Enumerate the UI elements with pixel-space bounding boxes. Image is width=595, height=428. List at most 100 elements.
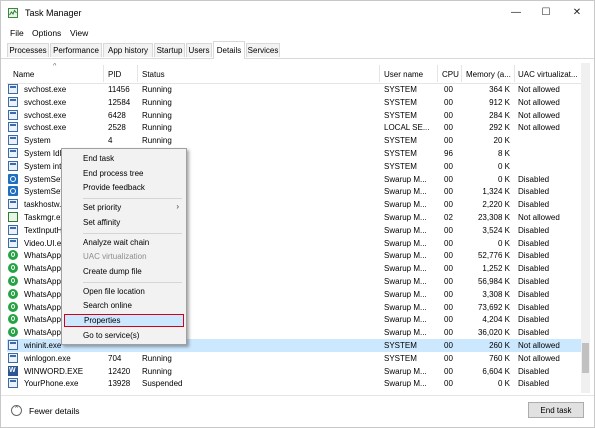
cell-uac: Not allowed (518, 85, 560, 94)
cell-cpu: 00 (444, 341, 453, 350)
cell-user: Swarup M... (384, 302, 427, 312)
cell-cpu: 00 (444, 174, 453, 184)
end-task-button[interactable]: End task (528, 402, 584, 418)
context-menu-label: End task (83, 154, 115, 163)
context-menu-item-end-task[interactable]: End task (62, 152, 186, 165)
table-row[interactable]: YourPhone.exe 13928 Suspended Swarup M... 00… (7, 377, 587, 390)
process-icon (8, 109, 18, 120)
cell-uac: Not allowed (518, 213, 560, 222)
cell-cpu: 00 (444, 277, 453, 286)
cell-name: svchost.exe (24, 97, 67, 107)
cell-cpu: 00 (444, 238, 453, 248)
cell-cpu: 00 (444, 97, 453, 107)
cell-status: Suspended (142, 379, 183, 389)
cell-cpu: 00 (444, 123, 453, 133)
title-bar: Task Manager — ☐ ✕ (1, 1, 594, 25)
whatsapp-icon (8, 250, 18, 261)
maximize-icon[interactable]: ☐ (533, 5, 559, 21)
context-menu-item-properties[interactable]: Properties (64, 314, 184, 327)
context-menu-item-create-dump-file[interactable]: Create dump file (62, 265, 186, 278)
cell-mem: 36,020 K (477, 328, 510, 338)
context-menu-label: Provide feedback (83, 183, 145, 193)
table-row[interactable]: WINWORD.EXE 12420 Running Swarup M... 00 6,60… (7, 365, 587, 378)
table-row[interactable]: svchost.exe 11456 Running SYSTEM 00 364 K Not … (7, 83, 587, 96)
context-menu-item-go-to-service-s[interactable]: Go to service(s) (62, 329, 186, 342)
context-menu-label: UAC virtualization (83, 252, 147, 262)
cell-pid: 704 (108, 353, 122, 363)
tab-app-history[interactable]: App history (103, 43, 153, 57)
tab-performance[interactable]: Performance (50, 43, 102, 57)
menu-file[interactable]: File (10, 28, 24, 38)
cell-name: WINWORD.EXE (24, 366, 84, 376)
context-menu-item-end-process-tree[interactable]: End process tree (62, 167, 186, 180)
cell-user: SYSTEM (384, 353, 417, 363)
cell-mem: 260 K (489, 341, 510, 350)
cell-uac: Disabled (518, 238, 550, 248)
column-divider[interactable] (137, 65, 138, 82)
tab-services[interactable]: Services (246, 43, 280, 57)
tab-strip: Processes Performance App history Startu… (1, 41, 594, 59)
cell-user: Swarup M... (384, 213, 427, 222)
cell-mem: 292 K (489, 123, 510, 133)
column-divider[interactable] (514, 65, 515, 82)
context-menu-item-set-priority[interactable]: Set priority › (62, 201, 186, 214)
column-header-pid[interactable]: PID (108, 70, 121, 79)
context-menu-label: Set priority (83, 203, 122, 213)
column-header-name[interactable]: Name (13, 70, 34, 79)
cell-uac: Disabled (518, 200, 550, 210)
column-header-uac-virtualization[interactable]: UAC virtualizat... (518, 70, 578, 79)
cell-cpu: 00 (444, 289, 453, 299)
cell-pid: 12420 (108, 366, 131, 376)
menu-options[interactable]: Options (32, 28, 61, 38)
tab-details[interactable]: Details (213, 41, 245, 59)
whatsapp-icon (8, 314, 18, 325)
column-header-cpu[interactable]: CPU (442, 70, 459, 79)
cell-cpu: 00 (444, 315, 453, 325)
menu-separator (83, 281, 182, 283)
vertical-scrollbar[interactable] (581, 63, 590, 393)
scrollbar-thumb[interactable] (582, 343, 589, 373)
column-header-status[interactable]: Status (142, 70, 165, 79)
process-icon (8, 148, 18, 158)
cell-user: Swarup M... (384, 225, 427, 235)
column-divider[interactable] (103, 65, 104, 82)
tab-users[interactable]: Users (186, 43, 212, 57)
cell-mem: 0 K (497, 238, 510, 248)
column-divider[interactable] (461, 65, 462, 82)
cell-mem: 56,984 K (477, 277, 510, 286)
tab-processes[interactable]: Processes (7, 43, 49, 57)
tab-startup[interactable]: Startup (154, 43, 185, 57)
context-menu-item-search-online[interactable]: Search online (62, 299, 186, 312)
table-row[interactable]: System 4 Running SYSTEM 00 20 K (7, 134, 587, 147)
column-divider[interactable] (437, 65, 438, 82)
column-header-memory[interactable]: Memory (a... (466, 70, 511, 79)
cell-uac: Disabled (518, 366, 550, 376)
context-menu-item-analyze-wait-chain[interactable]: Analyze wait chain (62, 236, 186, 249)
table-row[interactable]: svchost.exe 2528 Running LOCAL SE... 00 292 K… (7, 121, 587, 134)
cell-user: Swarup M... (384, 187, 427, 197)
table-row[interactable]: svchost.exe 12584 Running SYSTEM 00 912 K Not … (7, 96, 587, 109)
cell-mem: 760 K (489, 353, 510, 363)
cell-cpu: 00 (444, 328, 453, 338)
task-manager-icon (8, 212, 18, 222)
column-header-user-name[interactable]: User name (384, 70, 423, 79)
task-manager-app-icon (8, 8, 18, 18)
whatsapp-icon (8, 263, 18, 274)
cell-cpu: 00 (444, 353, 453, 363)
cell-pid: 6428 (108, 110, 126, 120)
table-row[interactable]: winlogon.exe 704 Running SYSTEM 00 760 K Not a… (7, 352, 587, 365)
minimize-icon[interactable]: — (503, 5, 529, 21)
context-menu-label: Properties (84, 316, 121, 325)
context-menu-label: Create dump file (83, 266, 142, 276)
cell-mem: 364 K (489, 85, 510, 94)
close-icon[interactable]: ✕ (564, 5, 590, 21)
context-menu-label: Analyze wait chain (83, 237, 150, 247)
context-menu-item-provide-feedback[interactable]: Provide feedback (62, 181, 186, 194)
context-menu-item-open-file-location[interactable]: Open file location (62, 285, 186, 298)
table-row[interactable]: svchost.exe 6428 Running SYSTEM 00 284 K Not a… (7, 109, 587, 122)
cell-uac: Disabled (518, 315, 550, 325)
context-menu-item-set-affinity[interactable]: Set affinity (62, 216, 186, 229)
whatsapp-icon (8, 288, 18, 299)
menu-view[interactable]: View (70, 28, 88, 38)
column-divider[interactable] (379, 65, 380, 82)
